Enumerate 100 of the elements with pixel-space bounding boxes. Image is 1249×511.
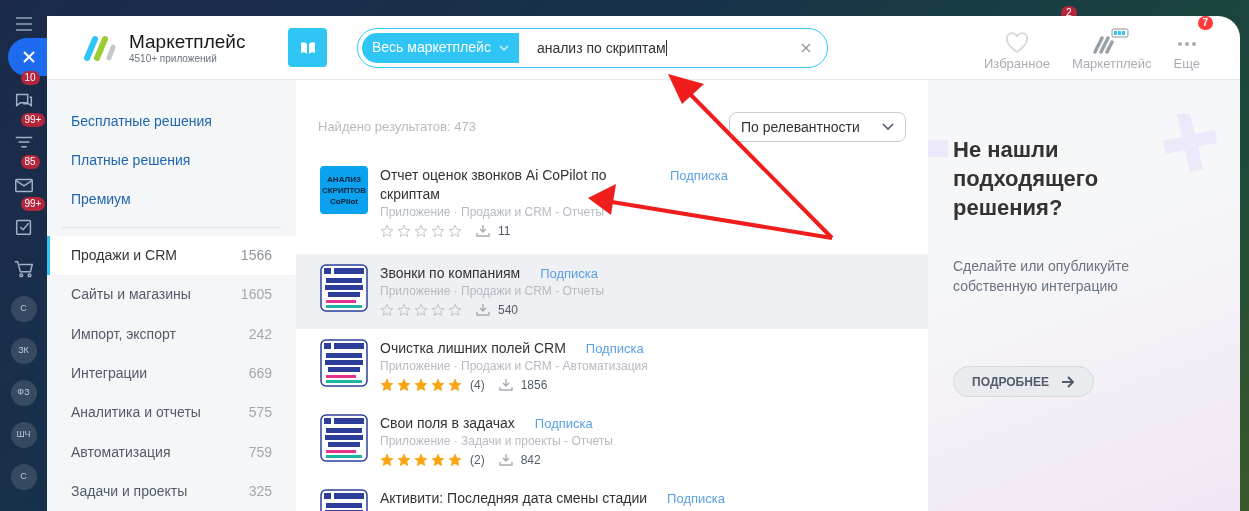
- heart-icon: [1004, 31, 1029, 54]
- more-icon: [1177, 41, 1196, 46]
- category-label: Аналитика и отчеты: [71, 403, 201, 423]
- download-icon: [498, 378, 513, 392]
- star-icon: [431, 453, 445, 467]
- downloads-count: 540: [498, 302, 519, 319]
- star-icon: [397, 453, 411, 467]
- search-input[interactable]: анализ по скриптам: [536, 39, 667, 56]
- download-icon: [498, 453, 513, 467]
- category-count: 759: [248, 442, 272, 462]
- category-item[interactable]: Импорт, экспорт 242: [47, 314, 296, 354]
- star-icon: [431, 303, 445, 317]
- app-category: Приложение · Задачи и проекты - Отчеты: [380, 433, 613, 449]
- app-title[interactable]: Отчет оценок звонков Ai CoPilot по скриптам: [380, 166, 650, 204]
- cart-icon[interactable]: [12, 258, 35, 280]
- category-label: Продажи и CRM: [71, 246, 177, 266]
- downloads-count: 11: [498, 223, 511, 240]
- star-icon: [380, 453, 394, 467]
- category-label: Импорт, экспорт: [71, 324, 176, 344]
- download-icon: [476, 224, 490, 238]
- chevron-down-icon: [498, 43, 509, 52]
- count-badge: 99+: [20, 113, 46, 127]
- category-item[interactable]: Задачи и проекты 325: [47, 471, 296, 511]
- app-title[interactable]: Активити: Последняя дата смены стадии: [380, 489, 648, 508]
- count-badge: 85: [20, 155, 40, 169]
- app-title[interactable]: Свои поля в задачах: [380, 414, 515, 433]
- star-icon: [380, 378, 394, 392]
- star-icon: [414, 453, 428, 467]
- star-icon: [448, 224, 462, 238]
- category-count: 1566: [240, 246, 272, 266]
- promo-text: Сделайте или опубликуйте собственную интеграцию: [953, 257, 1131, 296]
- app-logo-icon: [320, 414, 368, 462]
- category-item[interactable]: Автоматизация 759: [47, 432, 296, 472]
- sidebar-link[interactable]: Платные решения: [47, 141, 296, 180]
- category-count: 1605: [240, 285, 272, 305]
- category-label: Автоматизация: [71, 442, 171, 462]
- clear-icon[interactable]: [801, 42, 811, 53]
- app-category: Приложение · Продажи и CRM - Отчеты: [380, 204, 605, 220]
- star-icon: [448, 378, 462, 392]
- category-item[interactable]: Интеграции 669: [47, 353, 296, 394]
- app-title[interactable]: Очистка лишних полей CRM: [380, 339, 566, 358]
- subscription-label: Подписка: [667, 490, 725, 508]
- count-badge: 10: [20, 71, 40, 85]
- star-icon: [414, 378, 428, 392]
- category-item[interactable]: Аналитика и отчеты 575: [47, 393, 296, 433]
- avatar[interactable]: ФЗ: [10, 380, 37, 406]
- app-subtitle: 4510+ приложений: [129, 52, 218, 65]
- star-icon: [380, 303, 394, 317]
- star-icon: [431, 224, 445, 238]
- category-label: Интеграции: [71, 364, 148, 383]
- star-icon: [448, 453, 462, 467]
- subscription-label: Подписка: [585, 340, 644, 358]
- category-count: 325: [248, 481, 272, 501]
- close-icon: [21, 50, 36, 64]
- app-title: Маркетплейс: [129, 30, 246, 53]
- count-badge: 99+: [20, 197, 46, 211]
- marketplace-icon: [1091, 27, 1132, 54]
- sort-dropdown[interactable]: По релевантности: [729, 112, 906, 142]
- star-icon: [431, 378, 445, 392]
- app-title[interactable]: Звонки по компаниям: [380, 264, 521, 283]
- app-logo-icon: [320, 339, 368, 387]
- more-button[interactable]: ПОДРОБНЕЕ: [953, 366, 1094, 397]
- promo-title: Не нашли подходящего решения?: [953, 136, 1100, 222]
- avatar[interactable]: С: [10, 296, 37, 322]
- book-icon: [299, 39, 316, 56]
- chevron-down-icon: [882, 123, 894, 131]
- app-logo-icon: [320, 264, 368, 312]
- subscription-label: Подписка: [670, 167, 728, 185]
- category-item[interactable]: Сайты и магазины 1605: [47, 275, 296, 315]
- category-label: Сайты и магазины: [71, 285, 191, 305]
- star-icon: [397, 224, 411, 238]
- star-icon: [397, 303, 411, 317]
- results-count: Найдено результатов: 473: [318, 118, 476, 137]
- app-category: Приложение · Продажи и CRM - Автоматизация: [380, 358, 648, 374]
- star-icon: [414, 224, 428, 238]
- avatar[interactable]: ШЧ: [10, 422, 37, 448]
- category-label: Задачи и проекты: [71, 481, 188, 501]
- avatar[interactable]: ЗК: [10, 338, 37, 364]
- downloads-count: 842: [520, 452, 541, 469]
- downloads-count: 1856: [520, 377, 548, 394]
- category-count: 242: [248, 324, 272, 344]
- sidebar-link[interactable]: Премиум: [47, 180, 296, 219]
- category-item[interactable]: Продажи и CRM 1566: [47, 236, 296, 276]
- notification-badge: 7: [1197, 16, 1214, 30]
- star-icon: [414, 303, 428, 317]
- star-icon: [397, 378, 411, 392]
- sidebar-link[interactable]: Бесплатные решения: [47, 102, 296, 141]
- avatar[interactable]: С: [10, 464, 37, 490]
- download-icon: [476, 303, 490, 317]
- category-count: 575: [248, 403, 272, 423]
- star-icon: [448, 303, 462, 317]
- app-logo: АНАЛИЗ СКРИПТОВ CoPilot: [320, 166, 368, 214]
- star-icon: [380, 224, 394, 238]
- menu-icon[interactable]: [13, 14, 34, 34]
- category-count: 669: [248, 364, 272, 383]
- reviews-count: (2): [470, 452, 485, 469]
- arrow-right-icon: [1060, 375, 1075, 388]
- subscription-label: Подписка: [540, 265, 599, 283]
- subscription-label: Подписка: [534, 415, 593, 433]
- reviews-count: (4): [470, 377, 485, 394]
